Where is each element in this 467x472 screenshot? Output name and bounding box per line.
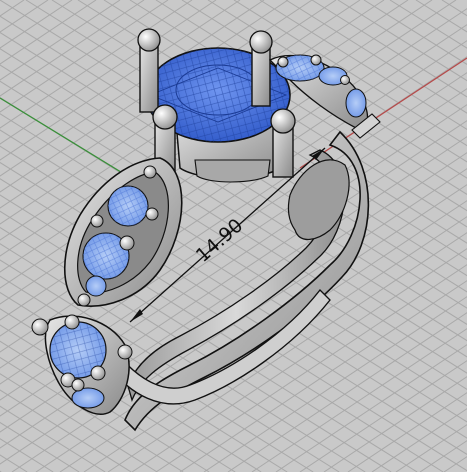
grid-line [0,0,49,33]
3d-viewport[interactable]: 14.90 [0,0,467,472]
grid-line [0,438,54,472]
grid-line [371,408,467,472]
grid-line [0,0,25,17]
viewport-canvas[interactable]: 14.90 [0,0,467,472]
marquise-side-setting[interactable] [63,157,183,307]
lower-side-gems[interactable] [31,314,133,415]
grid-line [0,470,2,472]
